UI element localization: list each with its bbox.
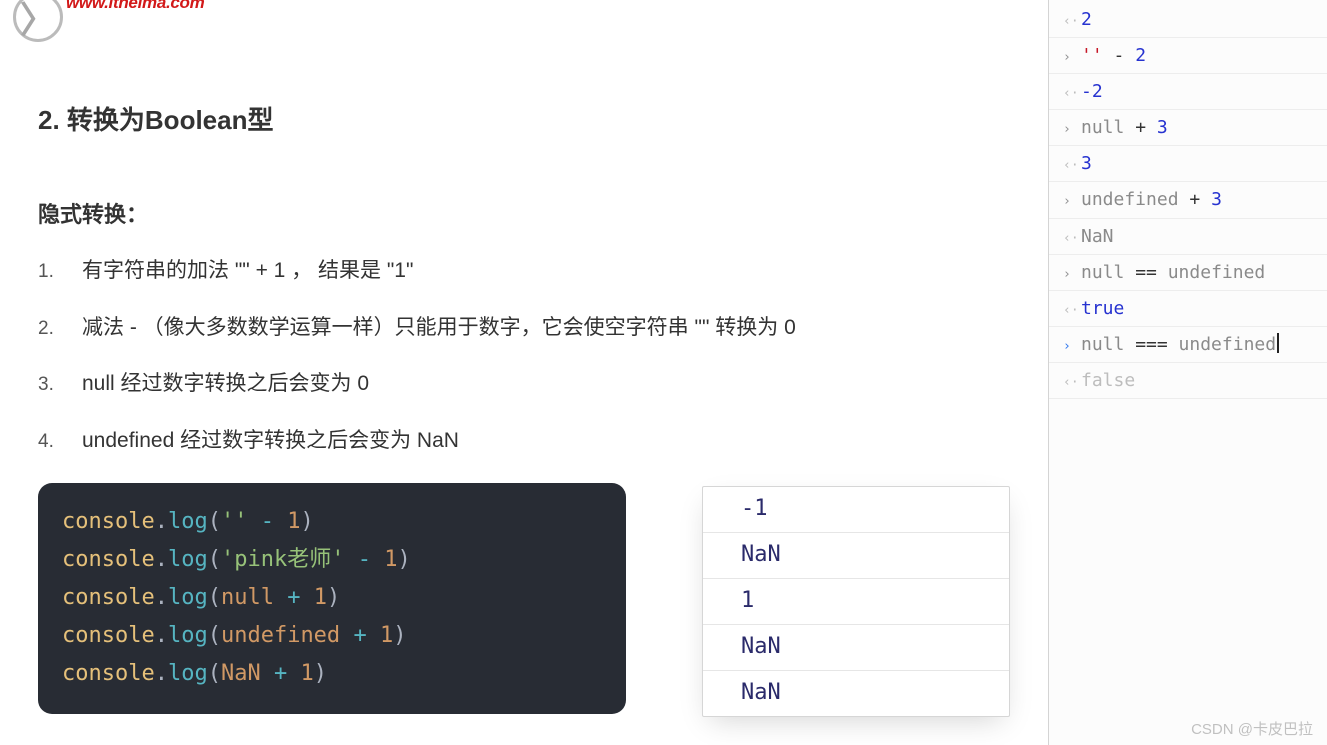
console-output-row: ‹·true xyxy=(1049,291,1327,327)
watermark: CSDN @卡皮巴拉 xyxy=(1191,718,1313,739)
output-table: -1NaN1NaNNaN xyxy=(702,486,1010,717)
code-line: console.log('' - 1) xyxy=(62,503,602,541)
output-row: NaN xyxy=(703,533,1009,579)
console-input-row: ›'' - 2 xyxy=(1049,38,1327,74)
list-item: null 经过数字转换之后会变为 0 xyxy=(38,368,1010,401)
logo-bar: 〉 www.itneima.com xyxy=(38,0,1010,14)
numbered-list: 有字符串的加法 "" + 1 ， 结果是 "1" 减法 - （像大多数数学运算一… xyxy=(38,255,1010,457)
console-text: null == undefined xyxy=(1081,255,1315,290)
code-line: console.log(null + 1) xyxy=(62,579,602,617)
console-arrow-icon: ‹· xyxy=(1063,153,1081,178)
list-item: 减法 - （像大多数数学运算一样）只能用于数字，它会使空字符串 "" 转换为 0 xyxy=(38,312,1010,345)
console-text: 2 xyxy=(1081,2,1315,37)
sub-title: 隐式转换： xyxy=(38,197,1010,229)
console-output-row: ‹·-2 xyxy=(1049,74,1327,110)
console-arrow-icon: › xyxy=(1063,189,1081,214)
console-text: '' - 2 xyxy=(1081,38,1315,73)
console-input-row: ›undefined + 3 xyxy=(1049,182,1327,218)
console-text: false xyxy=(1081,363,1315,398)
output-row: -1 xyxy=(703,487,1009,533)
console-output-row: ‹·NaN xyxy=(1049,219,1327,255)
logo-icon: 〉 xyxy=(13,0,63,42)
console-arrow-icon: › xyxy=(1063,45,1081,70)
console-text: true xyxy=(1081,291,1315,326)
console-text: undefined + 3 xyxy=(1081,182,1315,217)
console-text: null + 3 xyxy=(1081,110,1315,145)
logo-text: www.itneima.com xyxy=(66,0,204,13)
devtools-console[interactable]: ‹·2›'' - 2‹·-2›null + 3‹·3›undefined + 3… xyxy=(1048,0,1327,745)
console-arrow-icon: › xyxy=(1063,334,1081,359)
console-arrow-icon: ‹· xyxy=(1063,9,1081,34)
console-output-row: ‹·3 xyxy=(1049,146,1327,182)
slide-content: 〉 www.itneima.com 2. 转换为Boolean型 隐式转换： 有… xyxy=(0,0,1048,745)
console-arrow-icon: › xyxy=(1063,262,1081,287)
list-item: 有字符串的加法 "" + 1 ， 结果是 "1" xyxy=(38,255,1010,288)
list-item: undefined 经过数字转换之后会变为 NaN xyxy=(38,425,1010,458)
console-arrow-icon: ‹· xyxy=(1063,298,1081,323)
console-input-row: ›null + 3 xyxy=(1049,110,1327,146)
console-text: NaN xyxy=(1081,219,1315,254)
section-title: 2. 转换为Boolean型 xyxy=(38,100,1010,137)
code-line: console.log(undefined + 1) xyxy=(62,617,602,655)
console-arrow-icon: ‹· xyxy=(1063,370,1081,395)
code-line: console.log(NaN + 1) xyxy=(62,655,602,693)
code-line: console.log('pink老师' - 1) xyxy=(62,541,602,579)
console-text: null === undefined xyxy=(1081,327,1315,362)
output-row: 1 xyxy=(703,579,1009,625)
console-text: 3 xyxy=(1081,146,1315,181)
console-input-row: ›null == undefined xyxy=(1049,255,1327,291)
console-arrow-icon: ‹· xyxy=(1063,226,1081,251)
console-text: -2 xyxy=(1081,74,1315,109)
console-output-row: ‹·2 xyxy=(1049,2,1327,38)
console-arrow-icon: › xyxy=(1063,117,1081,142)
output-row: NaN xyxy=(703,625,1009,671)
output-row: NaN xyxy=(703,671,1009,716)
console-input-row[interactable]: ›null === undefined xyxy=(1049,327,1327,363)
console-arrow-icon: ‹· xyxy=(1063,81,1081,106)
code-block: console.log('' - 1)console.log('pink老师' … xyxy=(38,483,626,714)
console-output-row: ‹·false xyxy=(1049,363,1327,399)
